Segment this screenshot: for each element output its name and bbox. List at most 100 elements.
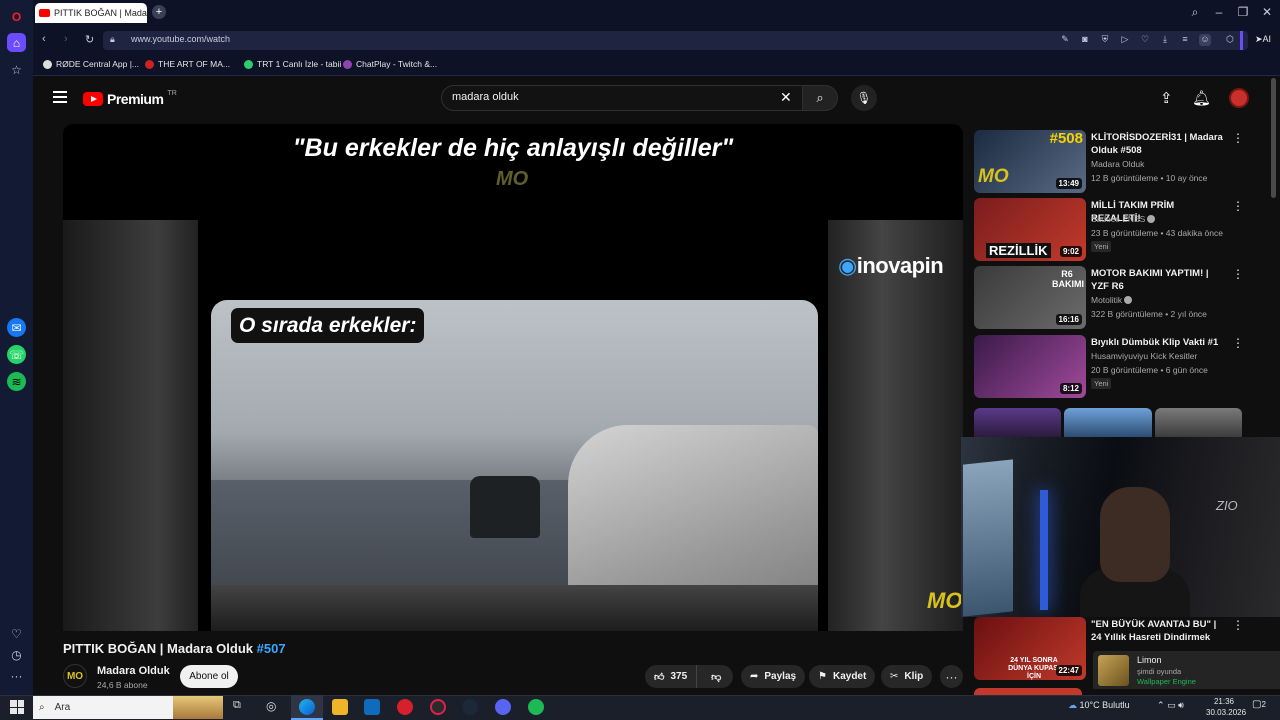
task-view-icon[interactable]: ⧉: [233, 699, 249, 715]
recommendation-title[interactable]: Bıyıklı Dümbük Klip Vakti #1: [1091, 336, 1226, 349]
recommendation-item[interactable]: R6 BAKIMI 16:16 MOTOR BAKIMI YAPTIM! | Y…: [974, 266, 1264, 330]
url-text[interactable]: www.youtube.com/watch: [131, 34, 230, 44]
search-tabs-icon[interactable]: ⌕: [1187, 5, 1203, 20]
more-actions-button[interactable]: ···: [940, 665, 963, 688]
more-icon[interactable]: ···: [7, 666, 26, 685]
recommendation-item[interactable]: REZİLLİK 9:02 MİLLİ TAKIM PRİM REZALETİ!…: [974, 198, 1264, 262]
share-button[interactable]: ➦ Paylaş: [741, 665, 806, 688]
recommendation-channel[interactable]: Sadece ENES: [1091, 214, 1156, 224]
subscribe-button[interactable]: Abone ol: [180, 665, 238, 688]
star-icon[interactable]: ☆: [7, 60, 26, 79]
notification-center[interactable]: ▢2: [1252, 699, 1266, 710]
new-tab-button[interactable]: +: [152, 5, 166, 19]
channel-name[interactable]: Madara Olduk: [97, 665, 170, 677]
chatplay-icon: [343, 59, 352, 69]
opera-logo-icon[interactable]: O: [7, 7, 26, 26]
forward-icon[interactable]: ›: [64, 33, 68, 45]
voice-search-button[interactable]: 🎙︎: [851, 85, 877, 111]
bookmark-rode[interactable]: RØDE Central App |...: [43, 59, 139, 69]
recommendation-item[interactable]: 8:12 Bıyıklı Dümbük Klip Vakti #1 Husamv…: [974, 335, 1264, 399]
recommendation-menu-icon[interactable]: ⋮: [1232, 336, 1244, 350]
heart-toolbar-icon[interactable]: ♡: [1139, 34, 1151, 46]
search-input[interactable]: madara olduk: [452, 91, 519, 103]
recommendation-thumbnail[interactable]: 24 YIL SONRA DÜNYA KUPASI İÇİN 22:47: [974, 617, 1086, 680]
recommendation-thumbnail[interactable]: #508 MO 13:49: [974, 130, 1086, 193]
reload-icon[interactable]: ↻: [85, 33, 94, 46]
camera-icon[interactable]: ◙: [1079, 34, 1091, 46]
recommendation-title[interactable]: KLİTORİSDOZERİ31 | Madara Olduk #508: [1091, 131, 1226, 157]
spotify-taskbar-icon[interactable]: [528, 699, 544, 715]
bookmark-chatplay[interactable]: ChatPlay - Twitch &...: [343, 59, 437, 69]
maximize-icon[interactable]: ❐: [1235, 5, 1251, 19]
shorts-thumbnail[interactable]: [1064, 408, 1152, 438]
system-tray[interactable]: ⌃ ▭ 🔊︎: [1157, 700, 1184, 711]
discord-icon[interactable]: [495, 699, 511, 715]
opera-taskbar-icon[interactable]: [397, 699, 413, 715]
aria-ai-button[interactable]: ➤AI: [1255, 34, 1271, 45]
recommendation-channel[interactable]: Madara Olduk: [1091, 159, 1144, 169]
download-icon[interactable]: ⤓: [1159, 34, 1171, 46]
extensions-icon[interactable]: ⬡: [1224, 34, 1236, 46]
save-label: Kaydet: [832, 671, 867, 682]
next-thumbnail-peek[interactable]: [974, 688, 1082, 695]
profile-icon[interactable]: ☺: [1199, 34, 1211, 46]
minimize-icon[interactable]: –: [1211, 5, 1227, 19]
shorts-thumbnail[interactable]: [974, 408, 1061, 438]
tab-youtube[interactable]: PITTIK BOĞAN | Madara Olduk ✕: [35, 3, 147, 23]
shorts-thumbnail[interactable]: [1155, 408, 1242, 438]
edit-icon[interactable]: ✎: [1059, 34, 1071, 46]
recommendation-channel[interactable]: Motolitik: [1091, 295, 1133, 305]
recommendation-thumbnail[interactable]: REZİLLİK 9:02: [974, 198, 1086, 261]
edge-icon[interactable]: [299, 699, 315, 715]
heart-icon[interactable]: ♡: [7, 624, 26, 643]
channel-avatar[interactable]: MO: [63, 664, 87, 688]
back-icon[interactable]: ‹: [42, 33, 46, 45]
opera-gx-icon[interactable]: [430, 699, 446, 715]
recommendation-channel[interactable]: Husamviyuviyu Kick Kesitler: [1091, 351, 1197, 361]
recommendation-thumbnail[interactable]: R6 BAKIMI 16:16: [974, 266, 1086, 329]
recommendation-menu-icon[interactable]: ⋮: [1232, 199, 1244, 213]
whatsapp-icon[interactable]: ☏: [7, 345, 26, 364]
recommendation-title[interactable]: MOTOR BAKIMI YAPTIM! | YZF R6: [1091, 267, 1226, 293]
player-icon[interactable]: ▷: [1119, 34, 1131, 46]
taskbar-clock[interactable]: 21:36 30.03.2026: [1206, 696, 1246, 718]
recommendation-thumbnail[interactable]: 8:12: [974, 335, 1086, 398]
notifications-icon[interactable]: 🔔︎: [1192, 89, 1211, 107]
like-button[interactable]: 👍︎ 375: [645, 665, 698, 688]
outlook-icon[interactable]: [364, 699, 380, 715]
home-icon[interactable]: ⌂: [7, 33, 26, 52]
start-button[interactable]: [10, 700, 24, 714]
page-scrollbar[interactable]: [1271, 78, 1276, 198]
video-box-label: O sırada erkekler:: [231, 308, 425, 343]
bookmark-art-of-ma[interactable]: THE ART OF MA...: [145, 59, 230, 69]
recommendation-menu-icon[interactable]: ⋮: [1232, 618, 1244, 632]
recommendation-menu-icon[interactable]: ⋮: [1232, 131, 1244, 145]
close-window-icon[interactable]: ✕: [1259, 5, 1275, 19]
upload-icon[interactable]: ⇪: [1160, 89, 1173, 107]
weather-widget[interactable]: ☁ 10°C Bulutlu: [1068, 700, 1130, 711]
widgets-icon[interactable]: ◎: [266, 699, 282, 715]
clip-button[interactable]: ✂ Klip: [881, 665, 933, 688]
history-icon[interactable]: ◷: [7, 645, 26, 664]
recommendation-item[interactable]: #508 MO 13:49 KLİTORİSDOZERİ31 | Madara …: [974, 130, 1264, 194]
dislike-button[interactable]: 👎︎: [703, 671, 729, 683]
account-avatar[interactable]: [1229, 88, 1249, 108]
file-explorer-icon[interactable]: [332, 699, 348, 715]
messenger-icon[interactable]: ✉: [7, 318, 26, 337]
shield-icon[interactable]: ⛨: [1099, 34, 1111, 46]
channel-text: Motolitik: [1091, 295, 1123, 305]
video-hashtag[interactable]: #507: [257, 641, 286, 656]
guide-menu-icon[interactable]: [53, 91, 67, 103]
steam-icon[interactable]: [462, 699, 478, 715]
menu-lines-icon[interactable]: ≡: [1179, 34, 1191, 46]
search-button[interactable]: ⌕: [802, 85, 838, 111]
youtube-premium-logo[interactable]: Premium TR: [83, 90, 177, 107]
address-field[interactable]: [103, 31, 1248, 50]
spotify-icon[interactable]: ≋: [7, 372, 26, 391]
save-button[interactable]: ⚑ Kaydet: [809, 665, 876, 688]
recommendation-menu-icon[interactable]: ⋮: [1232, 267, 1244, 281]
clear-search-icon[interactable]: ✕: [780, 89, 792, 106]
recommendation-title[interactable]: "EN BÜYÜK AVANTAJ BU" | 24 Yıllık Hasret…: [1091, 618, 1226, 644]
bookmark-label: RØDE Central App |...: [56, 59, 139, 69]
bookmark-trt1[interactable]: TRT 1 Canlı İzle - tabii: [244, 59, 341, 69]
